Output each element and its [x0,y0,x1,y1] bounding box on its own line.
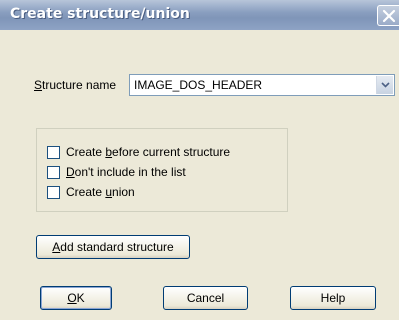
checkbox-box[interactable] [47,146,60,159]
checkbox-label: Don't include in the list [66,165,186,179]
dialog-title: Create structure/union [10,6,190,22]
structure-name-combobox[interactable]: IMAGE_DOS_HEADER [129,74,395,96]
structure-name-label: Structure name [34,78,117,92]
checkbox-label: Create union [66,185,135,199]
title-bar[interactable]: Create structure/union [0,0,399,30]
close-icon [382,9,396,23]
add-standard-structure-button[interactable]: Add standard structure [36,235,190,259]
close-button[interactable] [377,5,399,26]
checkbox-label: Create before current structure [66,145,231,159]
checkbox-box[interactable] [47,186,60,199]
chevron-down-icon [381,82,390,88]
structure-name-dropdown-button[interactable] [376,76,393,94]
help-button[interactable]: Help [290,286,376,310]
checkbox-box[interactable] [47,166,60,179]
cancel-button[interactable]: Cancel [163,286,248,310]
structure-name-value[interactable]: IMAGE_DOS_HEADER [134,78,262,92]
ok-button[interactable]: OK [40,286,112,310]
create-structure-dialog: Create structure/union Structure name IM… [0,0,399,320]
